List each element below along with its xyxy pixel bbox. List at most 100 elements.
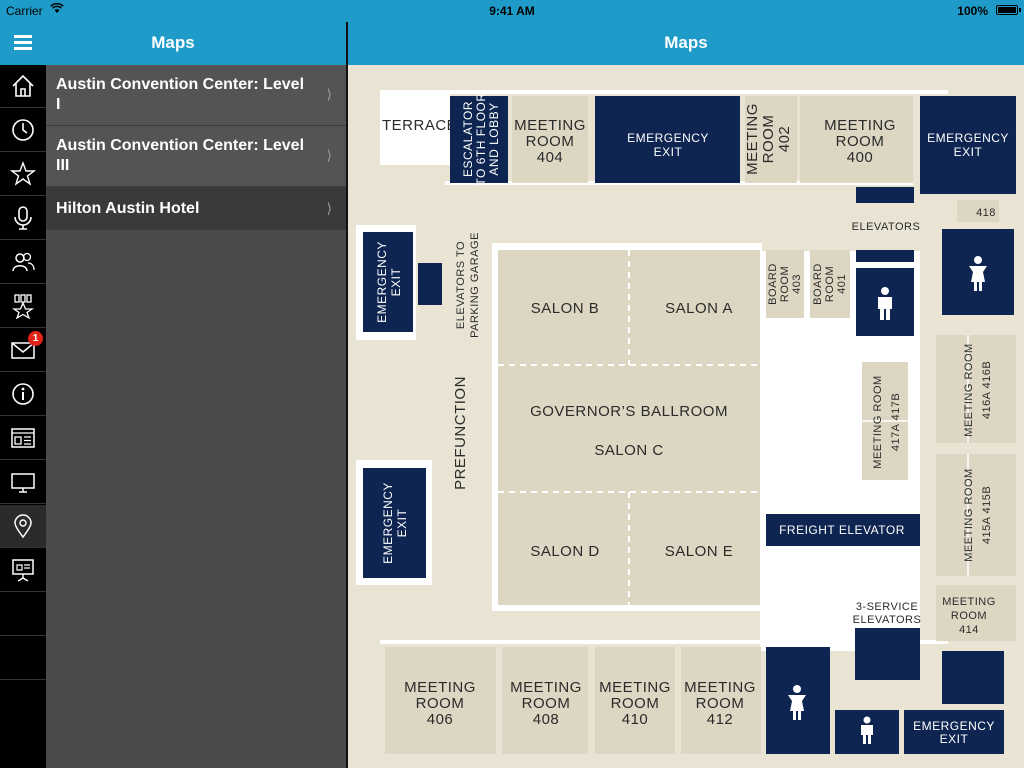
- meeting-room-416[interactable]: [936, 335, 1016, 443]
- escalator-label: ESCALATOR TO 6TH FLOOR AND LOBBY: [461, 92, 501, 185]
- room-label: MEETING: [684, 679, 756, 696]
- svg-text:ESCALATOR: ESCALATOR: [461, 101, 475, 177]
- service-elevators-label: 3-SERVICE: [856, 601, 918, 613]
- floor-map-view[interactable]: .nv { fill:#0d2550; } .bg { fill:#dcd6c2…: [348, 65, 1024, 768]
- svg-text:417A 417B: 417A 417B: [890, 393, 902, 451]
- exit-label: EXIT: [954, 145, 983, 159]
- room-label: 418: [976, 207, 996, 219]
- home-icon: [12, 74, 34, 97]
- list-item-acc-level-1[interactable]: Austin Convention Center: Level I ⟩: [46, 65, 346, 126]
- chevron-right-icon: ⟩: [326, 200, 332, 216]
- detail-title: Maps: [664, 33, 708, 52]
- sidebar-speakers[interactable]: [0, 197, 46, 240]
- salon-d-label: SALON D: [530, 543, 599, 560]
- list-item-hilton-austin[interactable]: Hilton Austin Hotel ⟩: [46, 187, 346, 230]
- room-label: ROOM: [836, 133, 885, 150]
- room-label: 410: [622, 711, 649, 728]
- elevator-block[interactable]: [856, 187, 914, 203]
- room-label: ROOM: [611, 695, 660, 712]
- elevators-label: ELEVATORS: [852, 221, 921, 233]
- sidebar-attendees[interactable]: [0, 241, 46, 284]
- list-item-label: Hilton Austin Hotel: [56, 200, 200, 217]
- maps-list: Austin Convention Center: Level I ⟩ Aust…: [46, 65, 346, 768]
- salon-a-label: SALON A: [665, 300, 733, 317]
- svg-text:EMERGENCY: EMERGENCY: [381, 482, 395, 564]
- room-label: MEETING: [599, 679, 671, 696]
- svg-text:ROOM: ROOM: [824, 266, 836, 302]
- salon-c-label: SALON C: [594, 442, 663, 459]
- room-label: 400: [847, 149, 874, 166]
- people-icon: [12, 252, 35, 272]
- sidebar-schedule[interactable]: [0, 109, 46, 152]
- room-label: ROOM: [696, 695, 745, 712]
- sidebar-maps[interactable]: [0, 505, 46, 548]
- clock-time: 9:41 AM: [489, 4, 535, 18]
- exit-label: EXIT: [654, 145, 683, 159]
- presentation-icon: [12, 559, 34, 582]
- room-label: 412: [707, 711, 734, 728]
- icon-sidebar: 1: [0, 65, 46, 768]
- svg-text:416A 416B: 416A 416B: [981, 361, 993, 419]
- battery-icon: [996, 5, 1018, 15]
- svg-text:BOARD: BOARD: [767, 263, 779, 305]
- sidebar-sponsors[interactable]: [0, 285, 46, 328]
- svg-text:BOARD: BOARD: [812, 263, 824, 305]
- sidebar-presentations[interactable]: [0, 549, 46, 592]
- microphone-icon: [14, 206, 32, 230]
- prefunction-label: PREFUNCTION: [452, 376, 469, 490]
- sidebar-messages[interactable]: 1: [0, 329, 46, 372]
- status-bar: Carrier 9:41 AM 100%: [0, 0, 1024, 22]
- room-label: 414: [959, 624, 979, 636]
- service-elevator-block[interactable]: [855, 628, 920, 680]
- master-title: Maps: [151, 33, 195, 52]
- sidebar-exhibits[interactable]: [0, 461, 46, 504]
- awards-icon: [11, 294, 35, 319]
- sidebar-home[interactable]: [0, 65, 46, 108]
- svg-text:402: 402: [776, 126, 793, 153]
- room-label: ROOM: [522, 695, 571, 712]
- svg-text:TO 6TH FLOOR: TO 6TH FLOOR: [474, 92, 488, 185]
- meeting-room-415[interactable]: [936, 454, 1016, 576]
- room-label: MEETING: [942, 596, 996, 608]
- service-elevators-label: ELEVATORS: [853, 614, 922, 626]
- clock-icon: [12, 119, 34, 141]
- svg-text:PREFUNCTION: PREFUNCTION: [452, 376, 469, 490]
- svg-text:ELEVATORS TO: ELEVATORS TO: [455, 241, 467, 329]
- salon-b-label: SALON B: [531, 300, 600, 317]
- chevron-right-icon: ⟩: [326, 86, 332, 102]
- sidebar-favorites[interactable]: [0, 153, 46, 196]
- detail-navbar: Maps: [348, 22, 1024, 65]
- room-label: MEETING: [510, 679, 582, 696]
- governors-ballroom-label: GOVERNOR’S BALLROOM: [530, 403, 728, 420]
- freight-elevator-label: FREIGHT ELEVATOR: [779, 523, 905, 537]
- sidebar-empty-1: [0, 593, 46, 636]
- battery-tip-icon: [1019, 8, 1021, 12]
- list-item-label: Austin Convention Center: Level III: [56, 137, 305, 174]
- stair-block[interactable]: [418, 263, 442, 305]
- mail-badge: 1: [28, 331, 43, 346]
- svg-text:MEETING: MEETING: [744, 103, 761, 175]
- sidebar-info[interactable]: [0, 373, 46, 416]
- wall: [380, 90, 948, 94]
- master-navbar: Maps: [0, 22, 346, 65]
- svg-text:MEETING ROOM: MEETING ROOM: [963, 468, 975, 561]
- terrace-label: TERRACE: [382, 117, 457, 134]
- floor-map: .nv { fill:#0d2550; } .bg { fill:#dcd6c2…: [348, 65, 1024, 768]
- list-item-acc-level-3[interactable]: Austin Convention Center: Level III ⟩: [46, 126, 346, 187]
- svg-text:401: 401: [836, 274, 848, 294]
- exit-label: EMERGENCY: [927, 131, 1009, 145]
- sidebar-news[interactable]: [0, 417, 46, 460]
- exit-label: EMERGENCY: [913, 719, 995, 733]
- exit-label: EXIT: [940, 732, 969, 746]
- room-label: MEETING: [404, 679, 476, 696]
- svg-text:403: 403: [791, 274, 803, 294]
- star-icon: [10, 161, 36, 186]
- elevator-block[interactable]: [856, 250, 914, 262]
- room-label: 404: [537, 149, 564, 166]
- svg-text:415A 415B: 415A 415B: [981, 486, 993, 544]
- room-label: MEETING: [824, 117, 896, 134]
- exit-label: EMERGENCY: [627, 131, 709, 145]
- svg-text:EXIT: EXIT: [395, 508, 409, 537]
- svg-text:MEETING ROOM: MEETING ROOM: [872, 375, 884, 468]
- stair-block[interactable]: [942, 651, 1004, 704]
